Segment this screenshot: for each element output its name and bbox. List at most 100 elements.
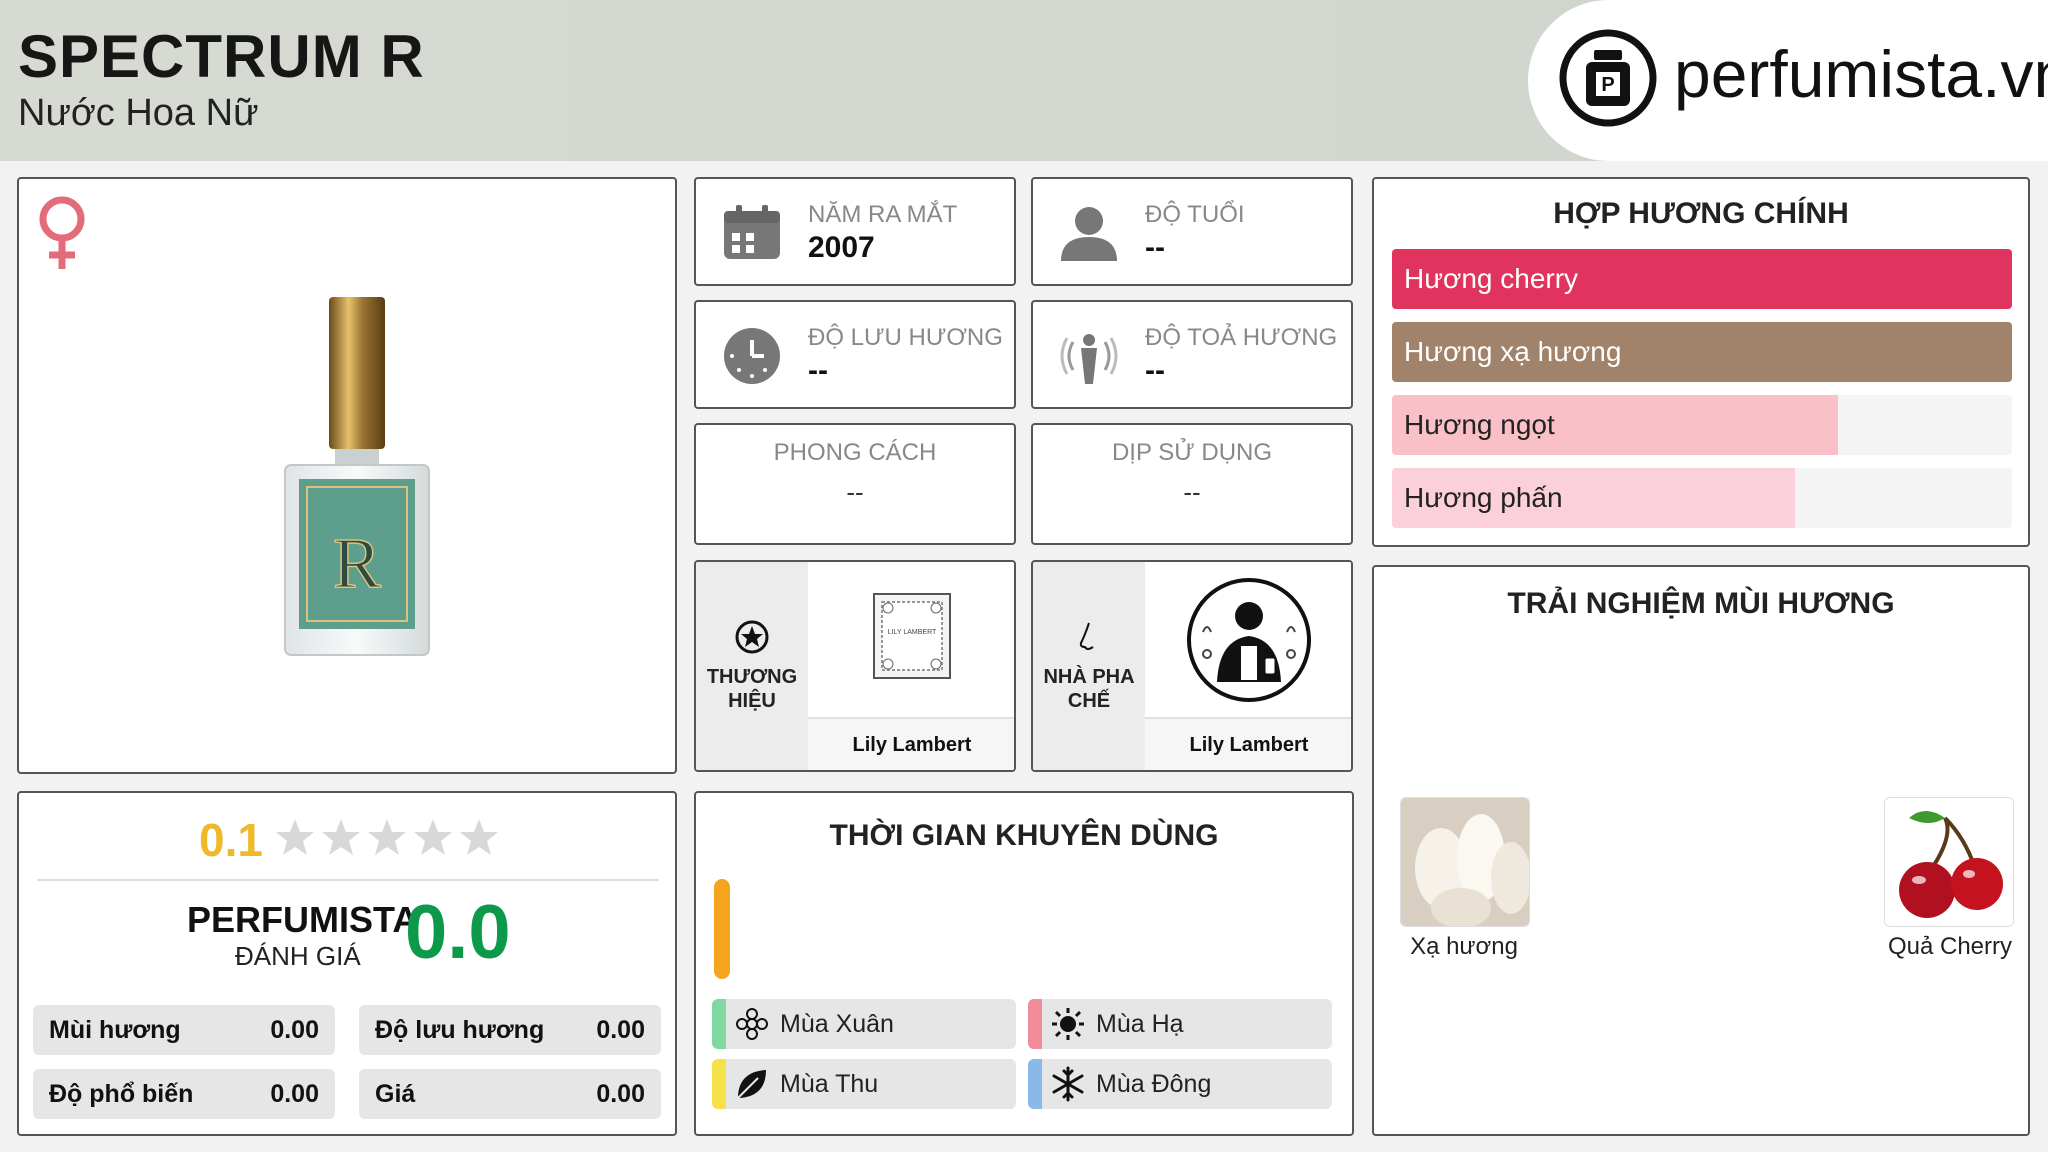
metric-value: 0.00: [596, 1015, 645, 1044]
info-longevity: ĐỘ LƯU HƯƠNG --: [694, 300, 1016, 409]
star-icon[interactable]: [459, 817, 499, 857]
metric-value: 0.00: [270, 1015, 319, 1044]
perfumista-sublabel: ĐÁNH GIÁ: [235, 941, 361, 971]
season-winter: Mùa Đông: [1028, 1059, 1332, 1109]
main-accords-card: HỢP HƯƠNG CHÍNH Hương cherry Hương xạ hư…: [1372, 177, 2030, 547]
star-icon[interactable]: [321, 817, 361, 857]
clock-icon: [724, 328, 780, 384]
season-summer: Mùa Hạ: [1028, 999, 1332, 1049]
info-value: --: [846, 477, 864, 507]
logo-text: perfumista.vn: [1674, 37, 2048, 111]
perfume-bottle-image: R: [284, 297, 430, 656]
accord-item: Hương ngọt: [1392, 395, 2012, 455]
star-rating[interactable]: [275, 817, 499, 857]
product-subtitle: Nước Hoa Nữ: [18, 92, 259, 134]
season-spring: Mùa Xuân: [712, 999, 1016, 1049]
divider: [37, 879, 659, 881]
perfumer-name: Lily Lambert: [1145, 717, 1351, 770]
note-musk-image[interactable]: [1400, 797, 1530, 927]
season-color-strip: [1028, 1059, 1042, 1109]
perfumer-label-panel: NHÀ PHA CHẾ: [1033, 562, 1145, 770]
info-age: ĐỘ TUỔI --: [1031, 177, 1353, 286]
season-color-strip: [712, 999, 726, 1049]
accord-label: Hương cherry: [1404, 263, 1579, 294]
season-color-strip: [1028, 999, 1042, 1049]
brand-label-panel: THƯƠNG HIỆU: [696, 562, 808, 770]
user-rating-score: 0.1: [199, 814, 263, 866]
note-label: Quả Cherry: [1887, 933, 2013, 960]
perfumer-image: [1145, 562, 1351, 717]
site-logo[interactable]: P perfumista.vn: [1528, 0, 2048, 161]
star-icon[interactable]: [275, 817, 315, 857]
brand-card[interactable]: THƯƠNG HIỆU LILY LAMBERT Lily Lambert: [694, 560, 1016, 772]
leaf-icon: [737, 1070, 766, 1099]
nose-icon: [1079, 622, 1094, 650]
svg-text:R: R: [333, 523, 381, 603]
section-title: HỢP HƯƠNG CHÍNH: [1553, 197, 1849, 230]
radiating-person-icon: [1060, 334, 1118, 384]
info-label: ĐỘ TOẢ HƯƠNG: [1145, 324, 1338, 351]
star-badge-icon: [735, 620, 769, 654]
info-label: NĂM RA MẮT: [808, 201, 958, 228]
person-icon: [1061, 207, 1117, 261]
day-time-indicator: [714, 879, 730, 979]
section-title: THỜI GIAN KHUYÊN DÙNG: [829, 819, 1219, 852]
accord-item: Hương cherry: [1392, 249, 2012, 309]
product-image-card: R: [17, 177, 677, 774]
info-value: --: [1183, 477, 1201, 507]
calendar-icon: [724, 205, 780, 259]
scent-experience-card: TRẢI NGHIỆM MÙI HƯƠNG Xạ hương Quả Cherr…: [1372, 565, 2030, 1136]
star-icon[interactable]: [367, 817, 407, 857]
perfumista-label: PERFUMISTA: [187, 899, 419, 940]
perfumer-avatar-icon: [1187, 578, 1311, 702]
info-value: --: [1145, 231, 1165, 264]
cherry-icon: [1885, 798, 2013, 926]
svg-text:P: P: [1601, 74, 1614, 96]
brand-logo-image: LILY LAMBERT: [808, 562, 1014, 717]
info-label: PHONG CÁCH: [773, 439, 937, 466]
perfumer-label: NHÀ PHA CHẾ: [1043, 666, 1135, 712]
season-label: Mùa Xuân: [780, 1009, 894, 1038]
cotton-icon: [1401, 798, 1529, 926]
accord-label: Hương ngọt: [1404, 409, 1555, 440]
brand-label: THƯƠNG HIỆU: [706, 666, 798, 712]
season-label: Mùa Đông: [1096, 1069, 1212, 1098]
metric-label: Mùi hương: [49, 1015, 181, 1044]
female-gender-icon: [39, 196, 85, 269]
info-label: DỊP SỬ DỤNG: [1111, 439, 1273, 466]
brand-name: Lily Lambert: [808, 717, 1014, 770]
info-occasion: DỊP SỬ DỤNG --: [1031, 423, 1353, 545]
sun-icon: [1052, 1008, 1084, 1040]
metric-label: Độ phổ biến: [49, 1079, 194, 1108]
metric-scent: Mùi hương 0.00: [33, 1005, 335, 1055]
accord-label: Hương xạ hương: [1404, 336, 1622, 367]
perfumer-card[interactable]: NHÀ PHA CHẾ Lily Lambert: [1031, 560, 1353, 772]
section-title: TRẢI NGHIỆM MÙI HƯƠNG: [1507, 587, 1895, 620]
metric-label: Giá: [375, 1079, 416, 1108]
info-label: ĐỘ TUỔI: [1145, 201, 1245, 228]
info-label: ĐỘ LƯU HƯƠNG: [808, 324, 1003, 351]
accord-item: Hương xạ hương: [1392, 322, 2012, 382]
season-label: Mùa Thu: [780, 1069, 879, 1098]
flower-icon: [736, 1008, 768, 1040]
info-value: 2007: [808, 231, 875, 264]
info-value: --: [1145, 354, 1165, 387]
brand-logo-text: LILY LAMBERT: [888, 629, 937, 636]
metric-value: 0.00: [596, 1079, 645, 1108]
metric-price: Giá 0.00: [359, 1069, 661, 1119]
brand-logo-icon: LILY LAMBERT: [873, 593, 951, 679]
info-style: PHONG CÁCH --: [694, 423, 1016, 545]
season-label: Mùa Hạ: [1096, 1009, 1184, 1038]
rating-card: 0.1 PERFUMISTA ĐÁNH GIÁ 0.0 Mùi hương 0.…: [17, 791, 677, 1136]
product-title: SPECTRUM R: [18, 23, 425, 90]
accord-item: Hương phấn: [1392, 468, 2012, 528]
metric-popularity: Độ phổ biến 0.00: [33, 1069, 335, 1119]
metric-label: Độ lưu hương: [375, 1015, 545, 1044]
info-sillage: ĐỘ TOẢ HƯƠNG --: [1031, 300, 1353, 409]
star-icon[interactable]: [413, 817, 453, 857]
season-color-strip: [712, 1059, 726, 1109]
snowflake-icon: [1052, 1066, 1084, 1102]
info-value: --: [808, 354, 828, 387]
note-cherry-image[interactable]: [1884, 797, 2014, 927]
metric-value: 0.00: [270, 1079, 319, 1108]
